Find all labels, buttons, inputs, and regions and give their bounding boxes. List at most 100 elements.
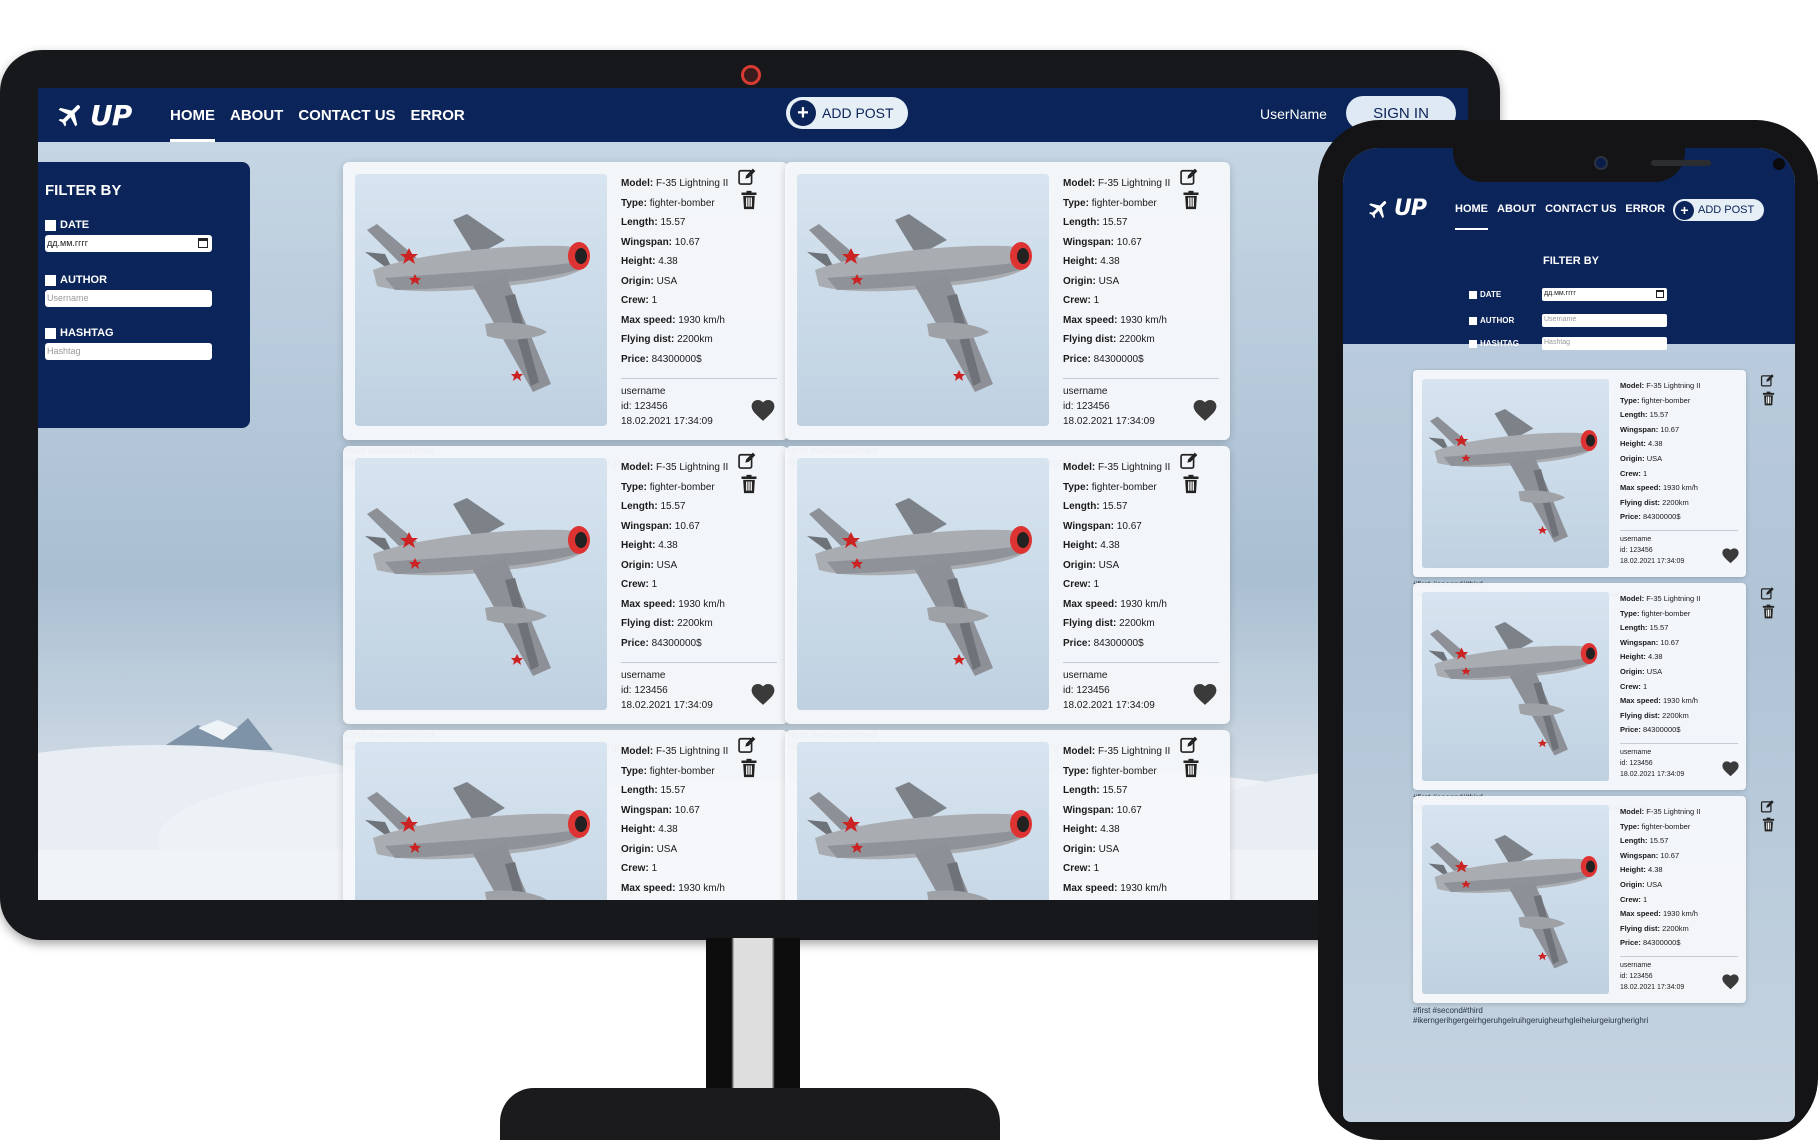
logo[interactable]: UP xyxy=(56,96,148,134)
heart-icon[interactable] xyxy=(750,682,776,706)
calendar-icon[interactable] xyxy=(198,238,208,248)
edit-icon[interactable] xyxy=(737,735,757,755)
trash-icon[interactable] xyxy=(1761,604,1776,619)
date-checkbox[interactable] xyxy=(45,219,56,231)
post-id: id: 123456 xyxy=(1620,547,1653,554)
spec-value: USA xyxy=(1098,275,1120,287)
post-card-body[interactable]: Model: F-35 Lightning II Type: fighter-bo… xyxy=(785,446,1230,724)
edit-icon[interactable] xyxy=(1179,167,1199,187)
post-card-body[interactable]: Model: F-35 Lightning II Type: fighter-bo… xyxy=(343,730,788,900)
nav-error[interactable]: ERROR xyxy=(411,88,465,142)
mobile-post-card-body[interactable]: Model: F-35 Lightning II Type: fighter-bo… xyxy=(1413,583,1746,790)
edit-icon[interactable] xyxy=(1760,586,1775,601)
spec-value: 1930 km/h xyxy=(1120,598,1167,610)
edit-icon[interactable] xyxy=(1179,735,1199,755)
spec-row: Flying dist: 2200km xyxy=(621,898,728,900)
spec-row: Wingspan: 10.67 xyxy=(621,801,728,821)
spec-label: Crew: xyxy=(1063,579,1091,590)
nav-about[interactable]: ABOUT xyxy=(230,88,283,142)
heart-icon[interactable] xyxy=(1721,973,1740,990)
nav-home[interactable]: HOME xyxy=(170,88,215,142)
spec-value: 2200km xyxy=(1119,618,1155,629)
author-checkbox[interactable] xyxy=(45,274,56,286)
mobile-nav-error[interactable]: ERROR xyxy=(1625,188,1665,230)
spec-row: Max speed: 1930 km/h xyxy=(621,311,728,331)
spec-label: Length: xyxy=(621,501,658,512)
mobile-nav-about[interactable]: ABOUT xyxy=(1497,188,1536,230)
add-post-button[interactable]: + ADD POST xyxy=(786,97,908,129)
post-card-body[interactable]: Model: F-35 Lightning II Type: fighter-bo… xyxy=(785,730,1230,900)
edit-icon[interactable] xyxy=(1760,799,1775,814)
nav-contact-us[interactable]: CONTACT US xyxy=(298,88,395,142)
trash-icon[interactable] xyxy=(1761,817,1776,832)
trash-icon[interactable] xyxy=(1181,758,1201,778)
spec-value: F-35 Lightning II xyxy=(656,178,729,189)
mobile-nav-contact-us[interactable]: CONTACT US xyxy=(1545,188,1616,230)
mobile-date-label: DATE xyxy=(1480,290,1502,299)
post-author: username xyxy=(621,670,666,681)
mobile-nav-home[interactable]: HOME xyxy=(1455,188,1488,230)
trash-icon[interactable] xyxy=(1181,190,1201,210)
spec-value: USA xyxy=(656,843,678,855)
spec-label: Height: xyxy=(1620,652,1646,662)
spec-label: Flying dist: xyxy=(1063,618,1117,629)
main-nav: HOME ABOUT CONTACT US ERROR xyxy=(170,88,465,142)
spec-value: 10.67 xyxy=(674,236,700,248)
spec-value: 84300000$ xyxy=(1642,512,1681,522)
date-input[interactable]: дд.мм.гггг xyxy=(45,235,212,252)
edit-icon[interactable] xyxy=(737,167,757,187)
spec-value: F-35 Lightning II xyxy=(1646,381,1701,390)
mobile-date-input[interactable]: дд.мм.гггг xyxy=(1542,288,1667,301)
heart-icon[interactable] xyxy=(750,398,776,422)
spec-row: Wingspan: 10.67 xyxy=(1620,423,1700,438)
spec-label: Max speed: xyxy=(1063,314,1118,326)
spec-row: Wingspan: 10.67 xyxy=(1063,517,1170,537)
spec-row: Height: 4.38 xyxy=(1620,863,1700,878)
spec-label: Type: xyxy=(621,765,647,777)
heart-icon[interactable] xyxy=(1192,682,1218,706)
spec-row: Type: fighter-bomber xyxy=(1063,762,1170,782)
trash-icon[interactable] xyxy=(1181,474,1201,494)
mobile-logo[interactable]: UP xyxy=(1367,196,1427,221)
mobile-add-post-button[interactable]: + ADD POST xyxy=(1673,199,1764,221)
edit-icon[interactable] xyxy=(1179,451,1199,471)
mobile-hashtag-checkbox[interactable] xyxy=(1469,339,1477,348)
sensor-dot xyxy=(1773,158,1785,170)
aircraft-photo xyxy=(355,742,607,900)
mobile-post-card-body[interactable]: Model: F-35 Lightning II Type: fighter-bo… xyxy=(1413,370,1746,577)
author-input[interactable]: Username xyxy=(45,290,212,307)
spec-row: Type: fighter-bomber xyxy=(621,478,728,498)
divider xyxy=(1620,743,1738,744)
mobile-author-checkbox[interactable] xyxy=(1469,316,1477,325)
logo-text: UP xyxy=(90,98,132,132)
edit-icon[interactable] xyxy=(737,451,757,471)
mobile-date-checkbox[interactable] xyxy=(1469,290,1477,299)
spec-label: Flying dist: xyxy=(1063,334,1117,345)
spec-row: Crew: 1 xyxy=(621,859,728,879)
heart-icon[interactable] xyxy=(1192,398,1218,422)
calendar-icon[interactable] xyxy=(1656,290,1664,298)
mobile-author-input[interactable]: Username xyxy=(1542,314,1667,327)
spec-row: Model: F-35 Lightning II xyxy=(1063,174,1170,194)
spec-value: 84300000$ xyxy=(1642,725,1681,735)
mobile-post-card-body[interactable]: Model: F-35 Lightning II Type: fighter-bo… xyxy=(1413,796,1746,1003)
heart-icon[interactable] xyxy=(1721,760,1740,777)
spec-value: USA xyxy=(656,275,678,287)
heart-icon[interactable] xyxy=(1721,547,1740,564)
hashtag-checkbox[interactable] xyxy=(45,327,56,339)
spec-value: 10.67 xyxy=(1116,520,1142,532)
trash-icon[interactable] xyxy=(739,474,759,494)
trash-icon[interactable] xyxy=(1761,391,1776,406)
author-label: AUTHOR xyxy=(60,274,108,286)
post-date: 18.02.2021 17:34:09 xyxy=(1063,416,1155,427)
post-card-body[interactable]: Model: F-35 Lightning II Type: fighter-bo… xyxy=(785,162,1230,440)
trash-icon[interactable] xyxy=(739,190,759,210)
spec-label: Price: xyxy=(1620,938,1641,948)
hashtag-input[interactable]: Hashtag xyxy=(45,343,212,360)
edit-icon[interactable] xyxy=(1760,373,1775,388)
mobile-hashtag-input[interactable]: Hashtag xyxy=(1542,337,1667,350)
spec-label: Wingspan: xyxy=(621,236,673,248)
post-card-body[interactable]: Model: F-35 Lightning II Type: fighter-bo… xyxy=(343,446,788,724)
post-card-body[interactable]: Model: F-35 Lightning II Type: fighter-bo… xyxy=(343,162,788,440)
trash-icon[interactable] xyxy=(739,758,759,778)
